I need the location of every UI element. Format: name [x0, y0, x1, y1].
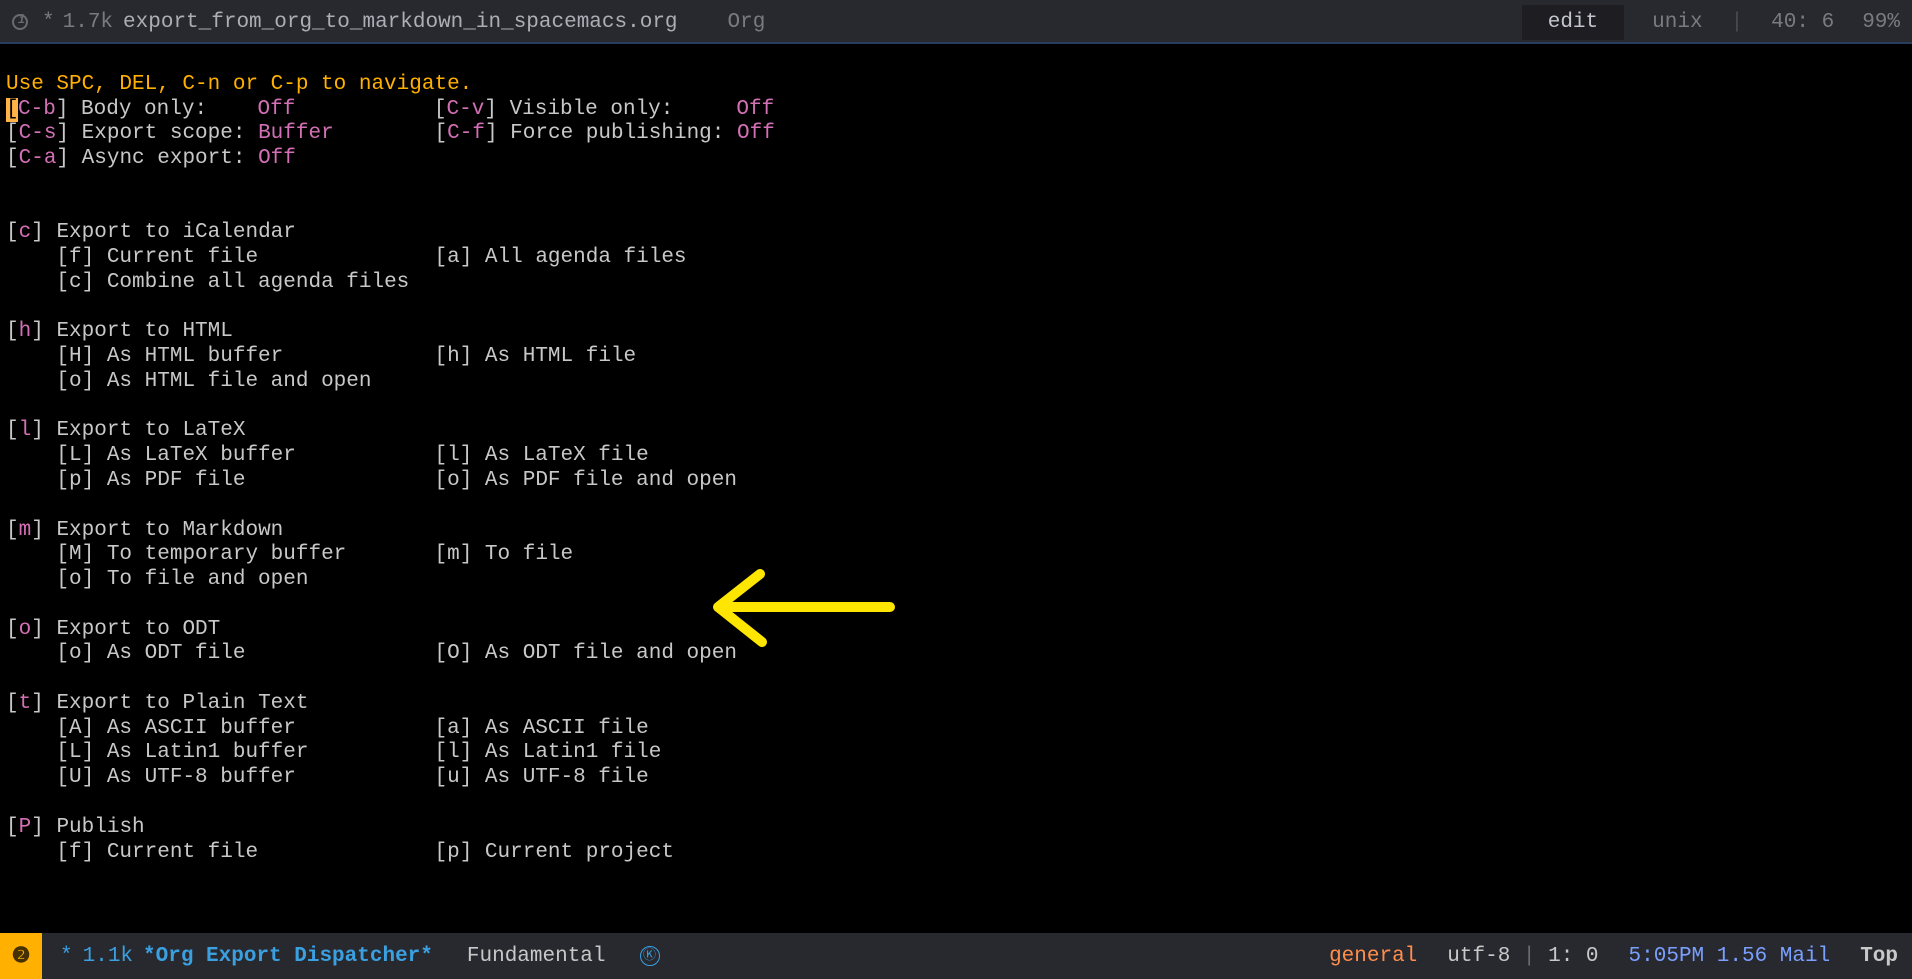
opt-md-buffer[interactable]: [M] To temporary buffer [m] To file — [6, 543, 573, 566]
modeline-time: 5:05PM 1.56 Mail — [1629, 945, 1831, 968]
title-bar: * 1.7k export_from_org_to_markdown_in_sp… — [0, 0, 1912, 44]
opt-pub-current[interactable]: [f] Current file [p] Current project — [6, 841, 674, 864]
modeline-encoding: utf-8 — [1447, 945, 1510, 968]
annotation-arrow-icon — [700, 562, 900, 652]
cursor-position: 40: 6 — [1771, 11, 1834, 34]
line-encoding: unix — [1652, 11, 1702, 34]
opt-ical-combine[interactable]: [c] Combine all agenda files — [6, 271, 409, 294]
modeline-modified: * — [60, 945, 73, 968]
modeline-major-mode: Fundamental — [467, 945, 606, 968]
section-html[interactable]: [h] Export to HTML — [6, 320, 233, 343]
opt-ical-current[interactable]: [f] Current file [a] All agenda files — [6, 246, 687, 269]
opt-html-open[interactable]: [o] As HTML file and open — [6, 370, 371, 393]
modeline-position: 1: 0 — [1548, 945, 1598, 968]
scrollbar[interactable] — [1898, 44, 1912, 933]
section-icalendar[interactable]: [c] Export to iCalendar — [6, 221, 296, 244]
modeline-general: general — [1329, 945, 1417, 968]
modified-indicator: * — [42, 11, 55, 34]
modeline-buffer-name: *Org Export Dispatcher* — [143, 945, 433, 968]
opt-md-open[interactable]: [o] To file and open — [6, 568, 308, 591]
section-odt[interactable]: [o] Export to ODT — [6, 618, 220, 641]
major-mode: Org — [728, 11, 766, 34]
modeline-scroll: Top — [1860, 945, 1898, 968]
keyboard-icon: Ⓚ — [640, 946, 660, 966]
section-latex[interactable]: [l] Export to LaTeX — [6, 419, 245, 442]
toggle-row-3[interactable]: [C-a] Async export: Off — [6, 147, 296, 170]
window-number-badge: ❷ — [0, 933, 42, 979]
section-markdown[interactable]: [m] Export to Markdown — [6, 519, 283, 542]
info-icon — [12, 14, 28, 30]
opt-odt-file[interactable]: [o] As ODT file [O] As ODT file and open — [6, 642, 737, 665]
dispatcher-buffer[interactable]: Use SPC, DEL, C-n or C-p to navigate. [C… — [0, 44, 1912, 933]
section-plaintext[interactable]: [t] Export to Plain Text — [6, 692, 308, 715]
separator: | — [1731, 11, 1744, 34]
file-size: 1.7k — [63, 11, 113, 34]
section-publish[interactable]: [P] Publish — [6, 816, 145, 839]
opt-txt-utf8[interactable]: [U] As UTF-8 buffer [u] As UTF-8 file — [6, 766, 649, 789]
toggle-row-2[interactable]: [C-s] Export scope: Buffer [C-f] Force p… — [6, 122, 775, 145]
opt-latex-pdf[interactable]: [p] As PDF file [o] As PDF file and open — [6, 469, 737, 492]
opt-txt-ascii[interactable]: [A] As ASCII buffer [a] As ASCII file — [6, 717, 649, 740]
opt-html-buffer[interactable]: [H] As HTML buffer [h] As HTML file — [6, 345, 636, 368]
opt-latex-buffer[interactable]: [L] As LaTeX buffer [l] As LaTeX file — [6, 444, 649, 467]
modeline-size: 1.1k — [83, 945, 133, 968]
opt-txt-latin1[interactable]: [L] As Latin1 buffer [l] As Latin1 file — [6, 741, 661, 764]
toggle-row-1[interactable]: [C-b] Body only: Off [C-v] Visible only:… — [6, 98, 774, 121]
file-name: export_from_org_to_markdown_in_spacemacs… — [123, 11, 678, 34]
navigation-hint: Use SPC, DEL, C-n or C-p to navigate. — [6, 73, 472, 96]
scroll-percent: 99% — [1862, 11, 1900, 34]
edit-state: edit — [1522, 5, 1624, 40]
modeline: ❷ * 1.1k *Org Export Dispatcher* Fundame… — [0, 933, 1912, 979]
